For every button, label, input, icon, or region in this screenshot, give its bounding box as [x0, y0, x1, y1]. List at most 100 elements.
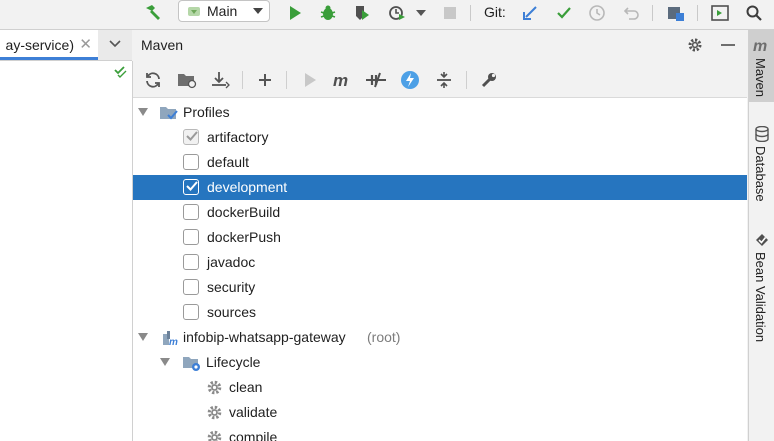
profile-label: development	[207, 179, 288, 195]
tool-tab-bean-validation[interactable]: Bean Validation	[749, 228, 774, 358]
git-rollback-icon[interactable]	[621, 2, 643, 24]
toolbar-separator	[286, 71, 287, 89]
application-icon	[188, 7, 200, 16]
more-run-options-chevron-icon[interactable]	[410, 2, 432, 24]
lifecycle-phase-label: validate	[229, 404, 278, 420]
profile-label: dockerPush	[207, 229, 281, 245]
run-with-coverage-icon[interactable]	[351, 2, 373, 24]
generate-sources-folder-icon[interactable]	[176, 69, 198, 91]
tool-tab-label: Database	[753, 146, 768, 202]
download-sources-icon[interactable]	[209, 69, 231, 91]
profile-row[interactable]: javadoc	[133, 250, 747, 275]
project-root-suffix: (root)	[367, 329, 401, 345]
profile-checkbox[interactable]	[183, 179, 199, 195]
add-maven-project-icon[interactable]	[254, 69, 276, 91]
profiler-icon[interactable]	[386, 2, 408, 24]
tree-node-lifecycle[interactable]: Lifecycle	[133, 350, 747, 375]
editor-tab-bar: ay-service) ✕	[0, 30, 132, 61]
checkmark-icon	[186, 181, 198, 191]
hide-tool-window-icon[interactable]	[721, 44, 735, 46]
profile-row[interactable]: dockerBuild	[133, 200, 747, 225]
tree-node-profiles[interactable]: Profiles	[133, 100, 747, 125]
profile-label: javadoc	[207, 254, 256, 270]
profile-checkbox[interactable]	[183, 154, 199, 170]
lifecycle-phase-row[interactable]: clean	[133, 375, 747, 400]
gear-icon[interactable]	[686, 36, 704, 57]
toolbar-separator	[470, 5, 471, 21]
profile-label: sources	[207, 304, 257, 320]
collapse-all-icon[interactable]	[433, 69, 455, 91]
toggle-offline-mode-icon[interactable]	[365, 69, 387, 91]
toolbar-separator	[466, 71, 467, 89]
tool-window-title: Maven	[141, 37, 184, 53]
chevron-down-icon	[253, 8, 263, 14]
profile-label: artifactory	[207, 129, 269, 145]
tree-node-project[interactable]: m infobip-whatsapp-gateway (root)	[133, 325, 747, 350]
run-anything-terminal-icon[interactable]	[709, 2, 731, 24]
profile-label: dockerBuild	[207, 204, 281, 220]
run-icon[interactable]	[284, 2, 306, 24]
tool-tab-label: Maven	[753, 58, 768, 98]
profile-checkbox[interactable]	[183, 279, 199, 295]
profiles-folder-icon	[159, 104, 179, 125]
profile-checkbox[interactable]	[183, 304, 199, 320]
profile-row[interactable]: security	[133, 275, 747, 300]
expand-arrow-icon[interactable]	[138, 333, 148, 341]
git-commit-check-icon[interactable]	[553, 2, 575, 24]
gear-icon	[206, 404, 223, 424]
maven-module-icon: m	[161, 329, 179, 350]
maven-projects-tree[interactable]: Profiles artifactory default development…	[133, 98, 747, 441]
search-icon[interactable]	[743, 2, 765, 24]
gear-icon	[206, 429, 223, 441]
profile-row-selected[interactable]: development	[133, 175, 747, 200]
profile-row[interactable]: dockerPush	[133, 225, 747, 250]
lifecycle-phase-row[interactable]: validate	[133, 400, 747, 425]
gear-icon	[206, 379, 223, 399]
chevron-down-icon[interactable]	[108, 37, 122, 54]
toolbar-separator	[652, 5, 653, 21]
profile-checkbox[interactable]	[183, 229, 199, 245]
toolbar-separator	[242, 71, 243, 89]
toolbar-separator	[697, 5, 698, 21]
svg-text:m: m	[169, 337, 178, 347]
lifecycle-phase-label: clean	[229, 379, 263, 395]
close-icon[interactable]: ✕	[79, 35, 92, 53]
profile-row[interactable]: sources	[133, 300, 747, 325]
editor-tab-label: ay-service)	[5, 37, 74, 53]
profile-checkbox[interactable]	[183, 254, 199, 270]
profile-row[interactable]: default	[133, 150, 747, 175]
git-label: Git:	[484, 4, 506, 20]
bean-validation-icon	[756, 234, 768, 246]
profile-checkbox[interactable]	[183, 129, 199, 145]
editor-area[interactable]	[0, 61, 133, 441]
build-hammer-icon[interactable]	[142, 2, 164, 24]
profile-checkbox[interactable]	[183, 204, 199, 220]
maven-toolbar: m	[133, 61, 747, 98]
project-structure-icon[interactable]	[665, 2, 687, 24]
expand-arrow-icon[interactable]	[160, 358, 170, 366]
git-history-clock-icon[interactable]	[586, 2, 608, 24]
lifecycle-folder-icon	[182, 354, 202, 375]
execute-maven-goal-icon[interactable]: m	[332, 69, 354, 91]
skip-tests-lightning-icon[interactable]	[399, 69, 421, 91]
lifecycle-phase-row[interactable]: compile	[133, 425, 747, 441]
run-configuration-select[interactable]: Main	[178, 0, 270, 22]
tool-tab-database[interactable]: Database	[749, 122, 774, 212]
git-update-arrow-icon[interactable]	[519, 2, 541, 24]
tool-tab-label: Bean Validation	[753, 252, 768, 343]
tree-node-label: Profiles	[183, 104, 230, 120]
expand-arrow-icon[interactable]	[138, 108, 148, 116]
project-name: infobip-whatsapp-gateway	[183, 329, 346, 345]
run-maven-build-icon[interactable]	[299, 69, 321, 91]
stop-icon[interactable]	[439, 2, 461, 24]
profile-row[interactable]: artifactory	[133, 125, 747, 150]
reload-icon[interactable]	[142, 69, 164, 91]
profile-label: default	[207, 154, 250, 170]
tool-tab-maven[interactable]: m Maven	[749, 30, 774, 102]
maven-settings-wrench-icon[interactable]	[478, 69, 500, 91]
lifecycle-phase-label: compile	[229, 429, 278, 441]
editor-tab[interactable]: ay-service) ✕	[0, 30, 98, 60]
svg-text:m: m	[753, 38, 767, 54]
database-icon	[755, 126, 769, 142]
debug-bug-icon[interactable]	[317, 2, 339, 24]
